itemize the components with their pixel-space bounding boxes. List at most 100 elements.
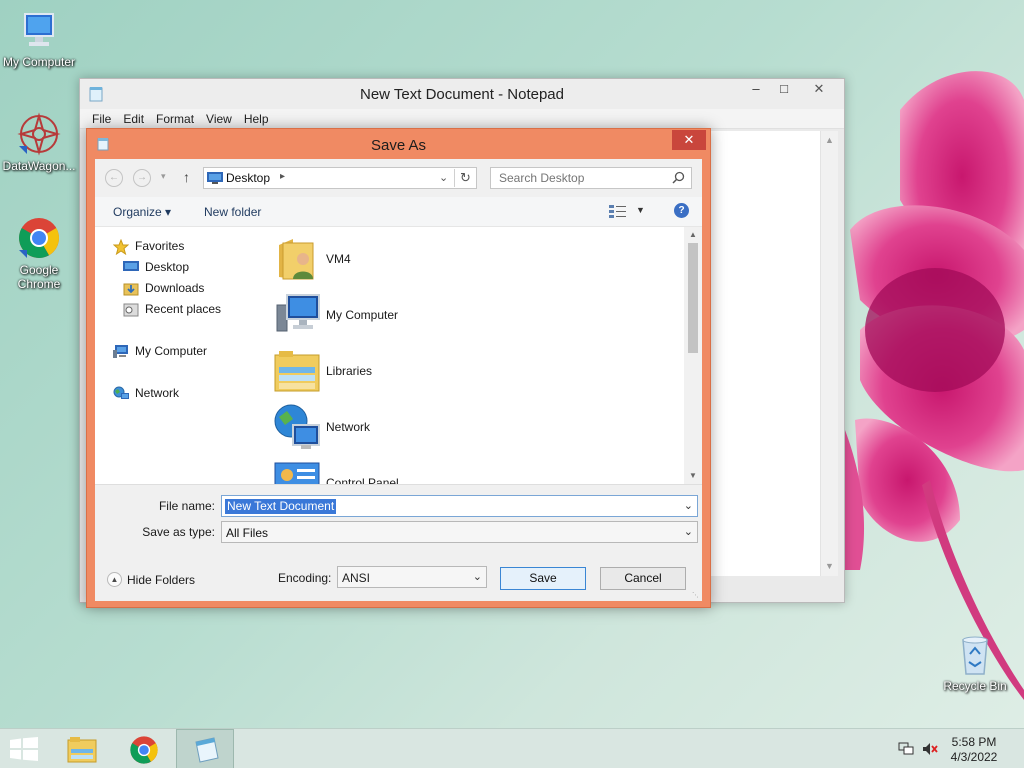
- nav-item-label: Favorites: [135, 239, 185, 253]
- desktop-icon-recycle-bin[interactable]: Recycle Bin: [936, 632, 1014, 693]
- file-item-label: Libraries: [326, 364, 373, 378]
- nav-item-my-computer[interactable]: My Computer: [113, 344, 253, 360]
- windows-start-icon[interactable]: [10, 737, 38, 761]
- nav-item-downloads[interactable]: Downloads: [123, 281, 253, 297]
- desktop-icon: [123, 261, 139, 271]
- forward-button[interactable]: →: [133, 169, 151, 187]
- network-icon: [113, 386, 129, 399]
- help-icon[interactable]: ?: [674, 203, 689, 218]
- view-dropdown-icon[interactable]: ▼: [636, 205, 645, 215]
- scroll-up-icon[interactable]: ▲: [825, 135, 834, 145]
- file-list-pane: VM4 My Computer Libraries Network Contro…: [261, 227, 702, 484]
- menu-file[interactable]: File: [86, 109, 117, 126]
- taskbar-clock[interactable]: 5:58 PM 4/3/2022: [944, 735, 1004, 765]
- save-as-type-label: Save as type:: [142, 525, 215, 539]
- desktop-icon-datawagon[interactable]: DataWagon...: [0, 112, 78, 173]
- file-name-value[interactable]: New Text Document: [225, 499, 337, 514]
- menu-help[interactable]: Help: [238, 109, 275, 126]
- downloads-icon: [123, 283, 139, 296]
- view-options-icon[interactable]: [609, 204, 627, 218]
- desktop-icon-label: My Computer: [2, 55, 76, 69]
- datawagon-logo-icon: [17, 112, 61, 156]
- nav-item-network[interactable]: Network: [113, 386, 253, 402]
- close-button[interactable]: ✕: [799, 79, 839, 99]
- address-bar[interactable]: Desktop ▸ ⌄ ↻: [203, 167, 477, 189]
- taskbar-chrome[interactable]: [114, 729, 172, 768]
- clock-time: 5:58 PM: [951, 735, 997, 749]
- save-as-type-select[interactable]: All Files ⌄: [221, 521, 698, 543]
- computer-icon: [24, 13, 54, 46]
- nav-item-desktop[interactable]: Desktop: [123, 260, 253, 276]
- dialog-titlebar[interactable]: Save As ✕: [87, 129, 710, 159]
- taskbar: 5:58 PM 4/3/2022: [0, 728, 1024, 768]
- nav-item-label: Downloads: [145, 281, 205, 295]
- chevron-right-icon[interactable]: ▸: [280, 171, 285, 182]
- save-as-dialog: Save As ✕ ← → ▾ ↑ Desktop ▸ ⌄ ↻ Search D…: [86, 128, 711, 608]
- search-input[interactable]: [491, 168, 661, 188]
- nav-item-label: Recent places: [145, 302, 222, 316]
- star-icon: [113, 239, 129, 255]
- file-explorer-icon: [67, 737, 97, 763]
- network-status-icon[interactable]: [898, 742, 914, 756]
- scroll-down-icon[interactable]: ▼: [825, 561, 834, 571]
- chevron-down-icon[interactable]: ⌄: [684, 525, 693, 538]
- file-list-scrollbar[interactable]: ▲ ▼: [684, 227, 702, 484]
- scroll-down-icon[interactable]: ▼: [689, 471, 697, 480]
- chevron-down-icon[interactable]: ⌄: [439, 171, 448, 184]
- save-button[interactable]: Save: [500, 567, 586, 590]
- taskbar-notepad[interactable]: [176, 729, 234, 768]
- recent-locations-icon[interactable]: ▾: [161, 171, 166, 182]
- back-button[interactable]: ←: [105, 169, 123, 187]
- scrollbar-thumb[interactable]: [688, 243, 698, 353]
- desktop-icon-label: DataWagon...: [2, 159, 76, 173]
- dialog-close-button[interactable]: ✕: [672, 130, 706, 150]
- file-item-label: My Computer: [326, 308, 399, 322]
- hide-folders-label: Hide Folders: [127, 573, 196, 587]
- menu-format[interactable]: Format: [150, 109, 200, 126]
- chevron-down-icon[interactable]: ⌄: [684, 499, 693, 512]
- notepad-titlebar[interactable]: New Text Document - Notepad – □ ✕: [80, 79, 844, 109]
- file-name-field[interactable]: New Text Document ⌄: [221, 495, 698, 517]
- maximize-button[interactable]: □: [771, 79, 797, 99]
- file-item-network[interactable]: Network: [273, 403, 573, 453]
- encoding-select[interactable]: ANSI ⌄: [337, 566, 487, 588]
- address-location[interactable]: Desktop: [226, 171, 270, 185]
- search-box[interactable]: [490, 167, 692, 189]
- notepad-scrollbar[interactable]: ▲ ▼: [820, 131, 838, 576]
- libraries-icon: [274, 351, 320, 392]
- cancel-button[interactable]: Cancel: [600, 567, 686, 590]
- desktop-icon-google-chrome[interactable]: Google Chrome: [0, 216, 78, 291]
- desktop-icon-label: Recycle Bin: [943, 679, 1007, 693]
- file-item-control-panel[interactable]: Control Panel: [273, 459, 573, 484]
- dialog-body: ← → ▾ ↑ Desktop ▸ ⌄ ↻ Search Desktop Org…: [95, 159, 702, 601]
- file-item-libraries[interactable]: Libraries: [273, 347, 573, 397]
- file-item-vm4[interactable]: VM4: [273, 235, 573, 285]
- taskbar-file-explorer[interactable]: [52, 729, 110, 768]
- chrome-icon: [19, 218, 59, 258]
- desktop-icon-my-computer[interactable]: My Computer: [0, 10, 78, 69]
- notepad-text-area[interactable]: [708, 131, 838, 576]
- nav-item-favorites[interactable]: Favorites: [113, 239, 253, 255]
- chevron-down-icon[interactable]: ⌄: [473, 570, 482, 583]
- notepad-menubar: File Edit Format View Help: [80, 109, 844, 129]
- computer-icon: [113, 345, 128, 358]
- menu-edit[interactable]: Edit: [117, 109, 150, 126]
- menu-view[interactable]: View: [200, 109, 238, 126]
- up-arrow-icon[interactable]: ↑: [183, 169, 190, 185]
- file-item-label: Network: [326, 420, 371, 434]
- file-name-label: File name:: [158, 499, 215, 513]
- search-icon[interactable]: [672, 171, 685, 184]
- refresh-icon[interactable]: ↻: [454, 169, 476, 187]
- save-as-type-value: All Files: [226, 526, 269, 540]
- recent-places-icon: [123, 303, 139, 317]
- encoding-value: ANSI: [342, 571, 371, 585]
- new-folder-button[interactable]: New folder: [204, 205, 261, 219]
- file-item-my-computer[interactable]: My Computer: [273, 291, 573, 341]
- scroll-up-icon[interactable]: ▲: [689, 230, 697, 239]
- organize-menu[interactable]: Organize ▾: [113, 205, 171, 219]
- volume-muted-icon[interactable]: [922, 742, 938, 756]
- resize-grip-icon[interactable]: ⋱: [692, 591, 699, 599]
- nav-item-recent-places[interactable]: Recent places: [123, 302, 253, 318]
- minimize-button[interactable]: –: [743, 79, 769, 99]
- notepad-title: New Text Document - Notepad: [360, 86, 564, 103]
